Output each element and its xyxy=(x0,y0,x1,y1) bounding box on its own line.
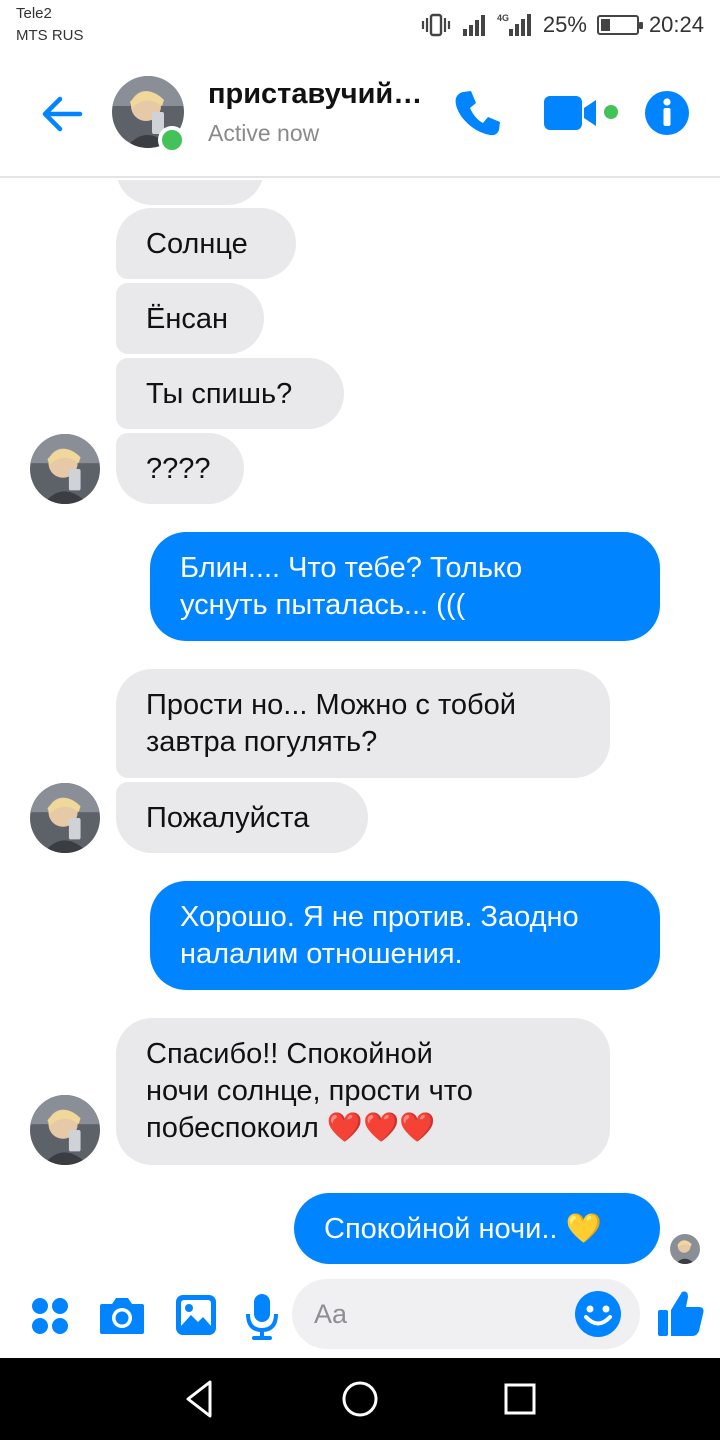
messenger-screen: Tele2 MTS RUS 4G 25% 20:24 приставучий… … xyxy=(0,0,720,1440)
system-navigation-bar xyxy=(0,1358,720,1440)
battery-percent: 25% xyxy=(542,12,587,37)
vibrate-icon xyxy=(421,13,450,37)
message-bubble[interactable]: Солнце xyxy=(116,208,296,279)
online-indicator xyxy=(158,126,186,154)
clock: 20:24 xyxy=(648,12,704,37)
message-thread[interactable]: Ёнсан Солнце Ёнсан Ты спишь? ???? Блин..… xyxy=(0,180,720,1270)
seen-avatar xyxy=(670,1234,700,1264)
thumbs-up-icon[interactable] xyxy=(656,1288,706,1338)
battery-level xyxy=(600,19,610,31)
conversation-header: приставучий… Active now xyxy=(0,56,720,178)
sender-avatar[interactable] xyxy=(30,783,100,853)
contact-name[interactable]: приставучий… xyxy=(208,78,440,111)
message-bubble[interactable]: Ёнсан xyxy=(116,180,264,205)
4g-signal-icon: 4G xyxy=(497,13,531,36)
message-bubble-sent[interactable]: Блин.... Что тебе? Только уснуть пыталас… xyxy=(150,532,660,641)
message-bubble-sent[interactable]: Спокойной ночи.. 💛 xyxy=(294,1193,660,1264)
svg-text:4G: 4G xyxy=(497,13,509,23)
status-icons: 4G 25% 20:24 xyxy=(421,8,704,42)
message-bubble-sent[interactable]: Хорошо. Я не против. Заодно налалим отно… xyxy=(150,881,660,990)
carrier-primary: Tele2 xyxy=(16,5,52,22)
carrier-secondary: MTS RUS xyxy=(16,27,84,44)
sender-avatar[interactable] xyxy=(30,434,100,504)
emoji-icon[interactable] xyxy=(574,1290,622,1338)
message-bubble[interactable]: Ёнсан xyxy=(116,283,264,354)
microphone-icon[interactable] xyxy=(244,1292,280,1340)
message-input[interactable] xyxy=(314,1279,564,1349)
message-bubble[interactable]: Ты спишь? xyxy=(116,358,344,429)
message-bubble[interactable]: Пожалуйста xyxy=(116,782,368,853)
gallery-icon[interactable] xyxy=(174,1293,218,1337)
message-bubble[interactable]: Прости но... Можно с тобой завтра погуля… xyxy=(116,669,610,778)
back-arrow-icon[interactable] xyxy=(38,90,86,138)
status-bar: Tele2 MTS RUS 4G 25% 20:24 xyxy=(0,0,720,56)
info-icon[interactable] xyxy=(644,90,690,136)
camera-icon[interactable] xyxy=(98,1294,146,1336)
message-composer xyxy=(0,1270,720,1358)
nav-home-icon[interactable] xyxy=(337,1376,383,1422)
nav-back-icon[interactable] xyxy=(178,1376,224,1422)
battery-icon xyxy=(596,15,643,35)
video-camera-icon[interactable] xyxy=(544,94,600,132)
message-bubble[interactable]: Спасибо!! Спокойной ночи солнце, прости … xyxy=(116,1018,610,1165)
signal-icon xyxy=(462,15,485,36)
more-icon[interactable] xyxy=(30,1296,70,1336)
video-online-indicator xyxy=(604,105,618,119)
phone-icon[interactable] xyxy=(450,86,504,140)
message-input-container[interactable] xyxy=(292,1279,640,1349)
message-bubble[interactable]: ???? xyxy=(116,433,244,504)
active-status: Active now xyxy=(208,120,320,146)
nav-recents-icon[interactable] xyxy=(497,1376,543,1422)
sender-avatar[interactable] xyxy=(30,1095,100,1165)
